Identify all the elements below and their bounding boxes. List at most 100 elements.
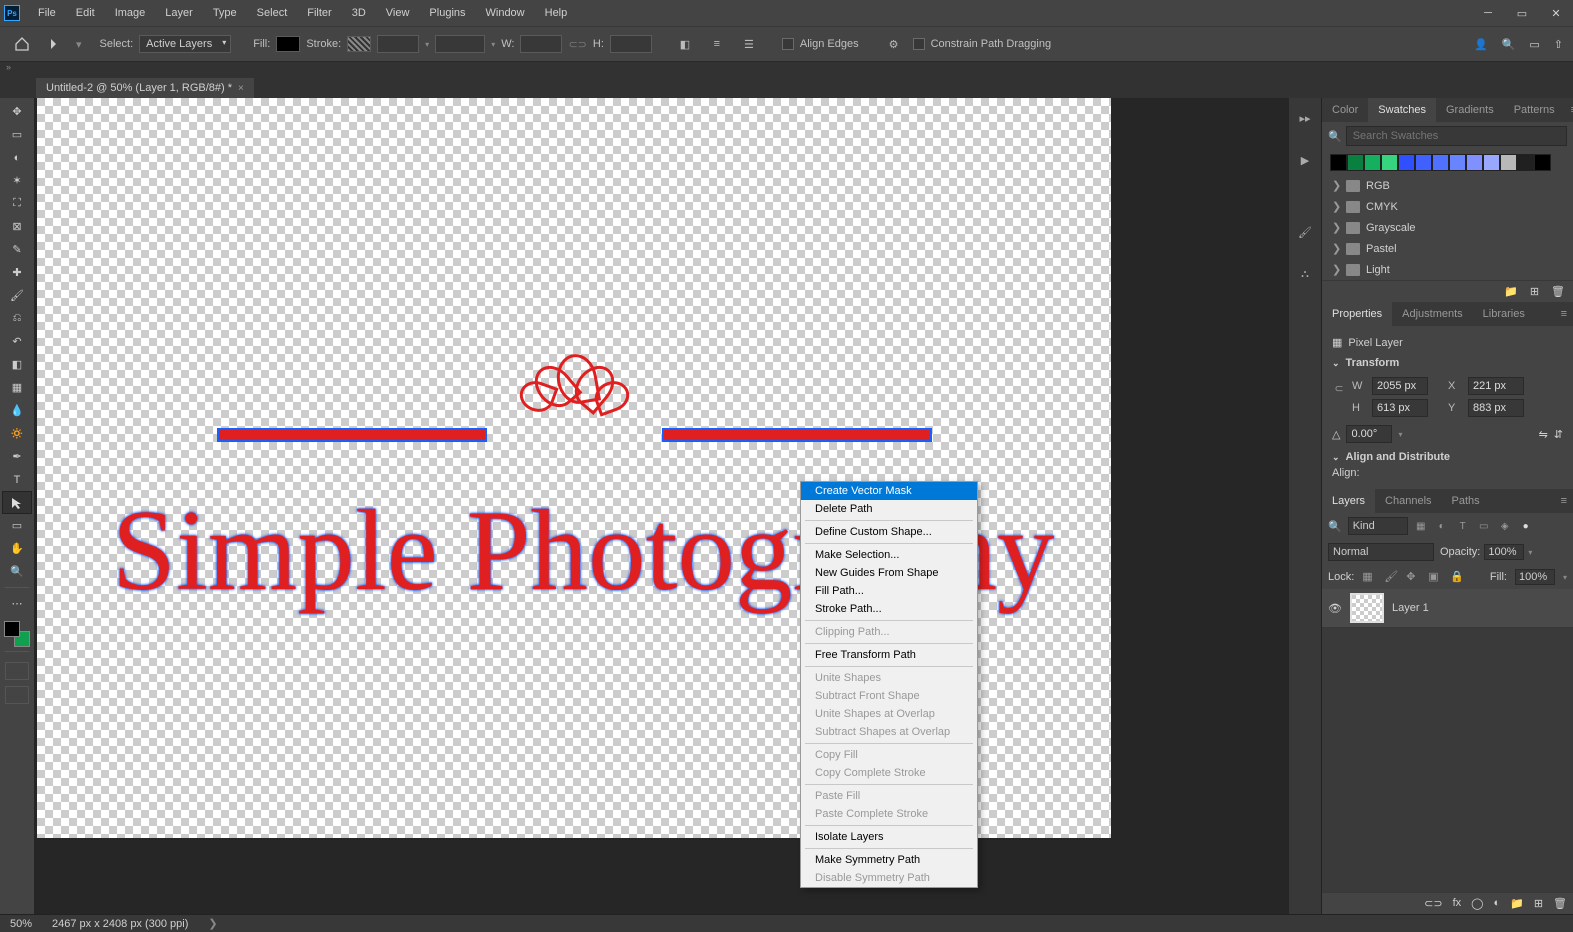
swatch[interactable] <box>1415 154 1432 171</box>
healing-tool[interactable]: ✚ <box>2 261 32 284</box>
lock-position-icon[interactable]: ✥ <box>1406 570 1420 584</box>
path-selection-tool[interactable] <box>2 491 32 514</box>
filter-shape-icon[interactable]: ▭ <box>1477 519 1491 533</box>
tab-channels[interactable]: Channels <box>1375 489 1441 513</box>
opacity-input[interactable]: 100% <box>1484 544 1524 560</box>
swatch-search-input[interactable] <box>1346 126 1567 146</box>
ctx-new-guides-from-shape[interactable]: New Guides From Shape <box>801 564 977 582</box>
tab-paths[interactable]: Paths <box>1442 489 1490 513</box>
color-picker[interactable] <box>4 621 30 647</box>
screen-mode[interactable] <box>5 686 29 704</box>
expand-icon[interactable]: ❯ <box>1332 221 1340 234</box>
tab-libraries[interactable]: Libraries <box>1473 302 1535 326</box>
layer-style-icon[interactable]: fx <box>1453 897 1462 910</box>
pen-tool[interactable]: ✒ <box>2 445 32 468</box>
frame-tool[interactable]: ⊠ <box>2 215 32 238</box>
menu-type[interactable]: Type <box>203 0 247 26</box>
close-button[interactable]: ✕ <box>1541 3 1571 23</box>
swatch-group-pastel[interactable]: ❯Pastel <box>1322 238 1573 259</box>
tab-patterns[interactable]: Patterns <box>1504 98 1565 122</box>
panel-menu-icon[interactable]: ≡ <box>1555 495 1573 507</box>
shape-line-right[interactable] <box>662 428 932 442</box>
swatch[interactable] <box>1483 154 1500 171</box>
menu-edit[interactable]: Edit <box>66 0 105 26</box>
lock-image-icon[interactable]: 🖌 <box>1384 570 1398 584</box>
crop-tool[interactable]: ⛶ <box>2 192 32 215</box>
lock-artboard-icon[interactable]: ▣ <box>1428 570 1442 584</box>
minimize-button[interactable]: ─ <box>1473 3 1503 23</box>
gradient-tool[interactable]: ▦ <box>2 376 32 399</box>
flip-v-icon[interactable]: ⇵ <box>1554 428 1563 441</box>
expand-icon[interactable]: ❯ <box>1332 200 1340 213</box>
ctx-free-transform-path[interactable]: Free Transform Path <box>801 646 977 664</box>
menu-3d[interactable]: 3D <box>342 0 376 26</box>
blend-mode-select[interactable]: Normal <box>1328 543 1434 561</box>
menu-select[interactable]: Select <box>247 0 298 26</box>
tool-preset[interactable] <box>42 30 70 58</box>
ctx-define-custom-shape-[interactable]: Define Custom Shape... <box>801 523 977 541</box>
search-icon[interactable]: 🔍 <box>1502 38 1516 51</box>
swatch[interactable] <box>1466 154 1483 171</box>
eyedropper-tool[interactable]: ✎ <box>2 238 32 261</box>
delete-swatch-icon[interactable]: 🗑 <box>1551 285 1565 298</box>
height-input[interactable]: 613 px <box>1372 399 1428 417</box>
menu-image[interactable]: Image <box>105 0 156 26</box>
history-brush-tool[interactable]: ↶ <box>2 330 32 353</box>
menu-view[interactable]: View <box>376 0 420 26</box>
swatch[interactable] <box>1381 154 1398 171</box>
swatch[interactable] <box>1347 154 1364 171</box>
expand-icon[interactable]: ❯ <box>1332 263 1340 276</box>
height-field[interactable] <box>610 35 652 53</box>
angle-input[interactable]: 0.00° <box>1346 425 1392 443</box>
menu-plugins[interactable]: Plugins <box>419 0 475 26</box>
filter-type-select[interactable]: Kind <box>1348 517 1408 535</box>
actions-panel-icon[interactable]: ▶ <box>1293 148 1317 172</box>
filter-pixel-icon[interactable]: ▦ <box>1414 519 1428 533</box>
document-info[interactable]: 2467 px x 2408 px (300 ppi) <box>52 918 188 930</box>
swatch-group-grayscale[interactable]: ❯Grayscale <box>1322 217 1573 238</box>
tab-color[interactable]: Color <box>1322 98 1368 122</box>
brush-tool[interactable]: 🖌 <box>2 284 32 307</box>
swatch-group-cmyk[interactable]: ❯CMYK <box>1322 196 1573 217</box>
fill-input[interactable]: 100% <box>1515 569 1555 585</box>
swatch[interactable] <box>1432 154 1449 171</box>
panel-menu-icon[interactable]: ≡ <box>1555 308 1573 320</box>
ctx-create-vector-mask[interactable]: Create Vector Mask <box>801 482 977 500</box>
swatch[interactable] <box>1364 154 1381 171</box>
width-field[interactable] <box>520 35 562 53</box>
y-input[interactable]: 883 px <box>1468 399 1524 417</box>
filter-toggle-icon[interactable]: ● <box>1519 519 1533 533</box>
swatch-group-light[interactable]: ❯Light <box>1322 259 1573 280</box>
width-input[interactable]: 2055 px <box>1372 377 1428 395</box>
gear-icon[interactable]: ⚙ <box>881 31 907 57</box>
zoom-level[interactable]: 50% <box>10 918 32 930</box>
zoom-tool[interactable]: 🔍 <box>2 560 32 583</box>
stamp-tool[interactable]: ⎌ <box>2 307 32 330</box>
ctx-fill-path-[interactable]: Fill Path... <box>801 582 977 600</box>
adjustment-layer-icon[interactable]: ◐ <box>1493 897 1500 910</box>
edit-toolbar[interactable]: ⋯ <box>2 592 32 615</box>
tab-properties[interactable]: Properties <box>1322 302 1392 326</box>
filter-adjustment-icon[interactable]: ◐ <box>1435 519 1449 533</box>
share-icon[interactable]: ⇧ <box>1554 38 1563 51</box>
brushes-panel-icon[interactable]: 🖌 <box>1293 220 1317 244</box>
stroke-style[interactable] <box>435 35 485 53</box>
layer-thumbnail[interactable] <box>1350 593 1384 623</box>
menu-help[interactable]: Help <box>535 0 578 26</box>
quickmask-mode[interactable] <box>5 662 29 680</box>
workspace-icon[interactable]: ▭ <box>1529 38 1539 51</box>
path-arrangement[interactable]: ☰ <box>736 31 762 57</box>
swatch[interactable] <box>1449 154 1466 171</box>
ctx-isolate-layers[interactable]: Isolate Layers <box>801 828 977 846</box>
search-icon[interactable]: 👤 <box>1474 38 1488 51</box>
tab-adjustments[interactable]: Adjustments <box>1392 302 1473 326</box>
swatch[interactable] <box>1398 154 1415 171</box>
path-alignment[interactable]: ≡ <box>704 31 730 57</box>
lock-transparency-icon[interactable]: ▦ <box>1362 570 1376 584</box>
ctx-delete-path[interactable]: Delete Path <box>801 500 977 518</box>
document-tab[interactable]: Untitled-2 @ 50% (Layer 1, RGB/8#) * × <box>36 78 254 98</box>
shape-tool[interactable]: ▭ <box>2 514 32 537</box>
menu-layer[interactable]: Layer <box>155 0 203 26</box>
eraser-tool[interactable]: ◧ <box>2 353 32 376</box>
layer-row[interactable]: 👁 Layer 1 <box>1322 589 1573 628</box>
